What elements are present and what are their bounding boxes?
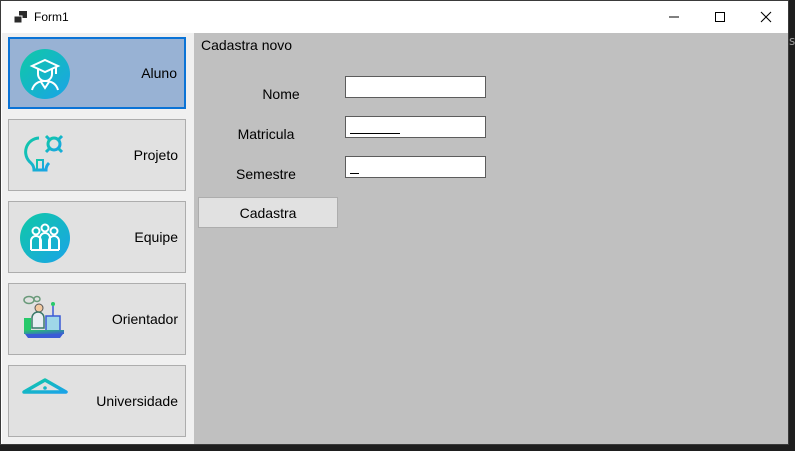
semestre-label: Semestre [236,166,296,182]
sidebar-item-label: Equipe [134,229,178,245]
close-button[interactable] [743,1,789,33]
background-edge-text: s [789,34,795,48]
maximize-button[interactable] [697,1,743,33]
title-bar[interactable]: Form1 [1,1,788,33]
cadastra-button[interactable]: Cadastra [198,197,338,228]
university-building-icon [22,378,68,427]
nome-label: Nome [262,86,300,102]
sidebar-item-label: Universidade [96,393,178,409]
sidebar-item-orientador[interactable]: Orientador [8,283,186,355]
sidebar-item-universidade[interactable]: Universidade [8,365,186,437]
window-title: Form1 [34,10,69,24]
maximize-icon [715,12,725,22]
sidebar-item-aluno[interactable]: Aluno [8,37,186,109]
page-title: Cadastra novo [201,37,293,53]
sidebar-item-label: Orientador [111,311,178,327]
team-icon [20,213,70,263]
sidebar: Aluno Projeto Equipe Orientador Universi… [2,33,194,444]
matricula-label: Matricula [237,126,295,142]
close-icon [760,11,772,23]
matricula-input[interactable] [345,116,486,138]
sidebar-item-equipe[interactable]: Equipe [8,201,186,273]
minimize-button[interactable] [651,1,697,33]
app-icon [14,11,27,23]
input-mask-placeholder [350,133,400,134]
sidebar-item-label: Projeto [133,147,178,163]
lightbulb-gear-icon [24,133,65,177]
graduate-icon [20,49,70,99]
main-panel: Cadastra novo Nome Matricula Semestre Ca… [194,33,788,444]
input-mask-placeholder [350,173,359,174]
semestre-input[interactable] [345,156,486,178]
nome-input[interactable] [345,76,486,98]
sidebar-item-label: Aluno [141,65,177,81]
app-window: Form1 Aluno Projeto Equipe Orientador Un… [0,0,789,445]
sidebar-item-projeto[interactable]: Projeto [8,119,186,191]
minimize-icon [669,16,679,18]
teacher-laptop-icon [23,295,64,338]
